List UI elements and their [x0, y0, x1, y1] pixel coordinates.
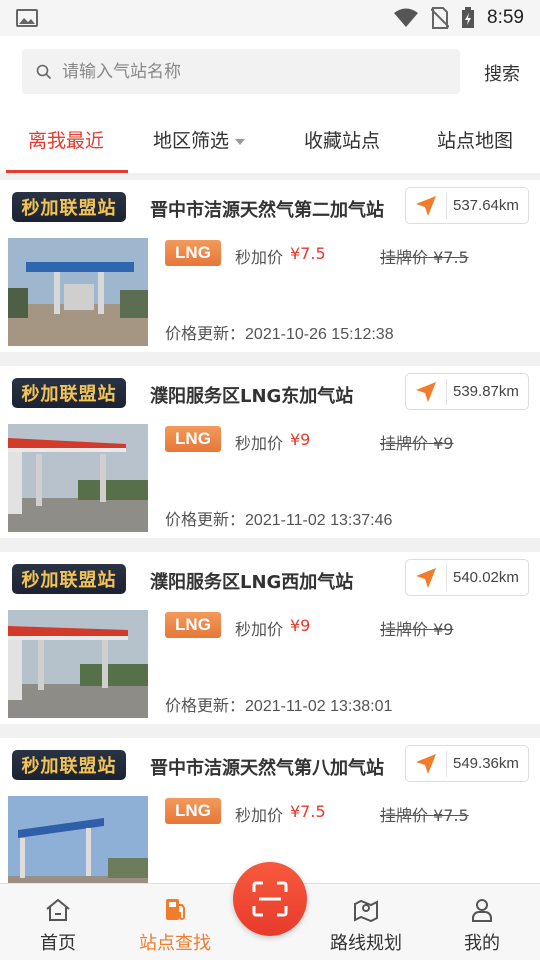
- scan-button[interactable]: [233, 862, 307, 936]
- caret-down-icon: [235, 138, 246, 145]
- search-box[interactable]: [22, 49, 460, 94]
- price-update-label: 价格更新：: [165, 512, 246, 529]
- search-input[interactable]: [62, 61, 422, 82]
- list-price: 挂牌价 ¥7.5: [380, 806, 469, 825]
- price-update-time: 2021-10-26 15:12:38: [245, 326, 394, 343]
- nav-home[interactable]: 首页: [8, 884, 108, 960]
- miao-price: ¥9: [290, 430, 311, 449]
- miao-price: ¥9: [290, 616, 311, 635]
- nav-route-planning-label: 路线规划: [330, 933, 402, 954]
- navigation-arrow-icon: [416, 381, 436, 402]
- battery-charging-icon: [462, 7, 475, 28]
- miao-price-label: 秒加价: [235, 806, 284, 825]
- fuel-type-tag: LNG: [165, 612, 221, 638]
- distance: 549.36km: [453, 755, 519, 772]
- station-card[interactable]: 秒加联盟站 濮阳服务区LNG东加气站 539.87km LNG 秒加价 ¥9 挂…: [0, 366, 540, 538]
- price-update-time: 2021-11-02 13:37:46: [245, 512, 393, 529]
- distance: 537.64km: [453, 197, 519, 214]
- station-name[interactable]: 晋中市洁源天然气第二加气站: [150, 196, 390, 222]
- navigate-button[interactable]: 537.64km: [405, 187, 529, 224]
- station-card[interactable]: 秒加联盟站 濮阳服务区LNG西加气站 540.02km LNG 秒加价 ¥9 挂…: [0, 552, 540, 724]
- list-price: 挂牌价 ¥9: [380, 620, 454, 639]
- miao-price-label: 秒加价: [235, 434, 284, 453]
- price-update: 价格更新：2021-10-26 15:12:38: [165, 320, 394, 344]
- alliance-badge: 秒加联盟站: [12, 750, 126, 780]
- search-bar: 搜索: [0, 36, 540, 106]
- station-photo[interactable]: [8, 238, 148, 346]
- nav-profile-label: 我的: [464, 933, 500, 954]
- user-icon: [472, 899, 492, 922]
- fuel-pump-icon: [166, 899, 185, 920]
- wifi-icon: [394, 8, 419, 27]
- station-card[interactable]: 秒加联盟站 晋中市洁源天然气第二加气站 537.64km LNG 秒加价 ¥7.…: [0, 180, 540, 352]
- image-notification-icon: [16, 9, 38, 27]
- nav-profile[interactable]: 我的: [432, 884, 532, 960]
- fuel-type-tag: LNG: [165, 426, 221, 452]
- station-name[interactable]: 濮阳服务区LNG东加气站: [150, 382, 390, 408]
- navigate-button[interactable]: 539.87km: [405, 373, 529, 410]
- divider: [446, 564, 447, 591]
- divider: [446, 192, 447, 219]
- alliance-badge: 秒加联盟站: [12, 378, 126, 408]
- scan-icon: [252, 881, 288, 917]
- navigation-arrow-icon: [416, 195, 436, 216]
- price-update: 价格更新：2021-11-02 13:37:46: [165, 506, 392, 530]
- station-photo[interactable]: [8, 610, 148, 718]
- alliance-badge: 秒加联盟站: [12, 192, 126, 222]
- clock: 8:59: [487, 7, 524, 28]
- miao-price: ¥7.5: [290, 802, 326, 821]
- price-update-label: 价格更新：: [165, 698, 246, 715]
- navigation-arrow-icon: [416, 567, 436, 588]
- miao-price: ¥7.5: [290, 244, 326, 263]
- navigation-arrow-icon: [416, 753, 436, 774]
- distance: 540.02km: [453, 569, 519, 586]
- home-icon: [46, 898, 70, 921]
- search-icon: [36, 64, 52, 79]
- tab-region-filter-label: 地区筛选: [153, 130, 230, 152]
- no-sim-icon: [431, 7, 450, 29]
- search-button[interactable]: 搜索: [484, 60, 520, 86]
- tab-region-filter[interactable]: 地区筛选: [153, 126, 246, 153]
- alliance-badge: 秒加联盟站: [12, 564, 126, 594]
- map-route-icon: [354, 899, 378, 923]
- tab-station-map[interactable]: 站点地图: [437, 126, 513, 153]
- nav-route-planning[interactable]: 路线规划: [316, 884, 416, 960]
- nav-station-search[interactable]: 站点查找: [125, 884, 225, 960]
- status-bar: 8:59: [0, 0, 540, 36]
- station-photo[interactable]: [8, 424, 148, 532]
- list-price: 挂牌价 ¥9: [380, 434, 454, 453]
- tab-nearest[interactable]: 离我最近: [28, 126, 104, 153]
- list-price: 挂牌价 ¥7.5: [380, 248, 469, 267]
- active-tab-indicator: [6, 170, 128, 173]
- navigate-button[interactable]: 540.02km: [405, 559, 529, 596]
- station-name[interactable]: 晋中市洁源天然气第八加气站: [150, 754, 390, 780]
- divider: [446, 750, 447, 777]
- tab-favorites[interactable]: 收藏站点: [304, 126, 380, 153]
- miao-price-label: 秒加价: [235, 620, 284, 639]
- navigate-button[interactable]: 549.36km: [405, 745, 529, 782]
- divider: [446, 378, 447, 405]
- miao-price-label: 秒加价: [235, 248, 284, 267]
- nav-station-search-label: 站点查找: [139, 933, 211, 954]
- fuel-type-tag: LNG: [165, 240, 221, 266]
- price-update-label: 价格更新：: [165, 326, 246, 343]
- price-update: 价格更新：2021-11-02 13:38:01: [165, 692, 392, 716]
- nav-home-label: 首页: [40, 933, 76, 954]
- fuel-type-tag: LNG: [165, 798, 221, 824]
- price-update-time: 2021-11-02 13:38:01: [245, 698, 393, 715]
- tab-bar: 离我最近 地区筛选 收藏站点 站点地图: [0, 106, 540, 173]
- station-name[interactable]: 濮阳服务区LNG西加气站: [150, 568, 390, 594]
- distance: 539.87km: [453, 383, 519, 400]
